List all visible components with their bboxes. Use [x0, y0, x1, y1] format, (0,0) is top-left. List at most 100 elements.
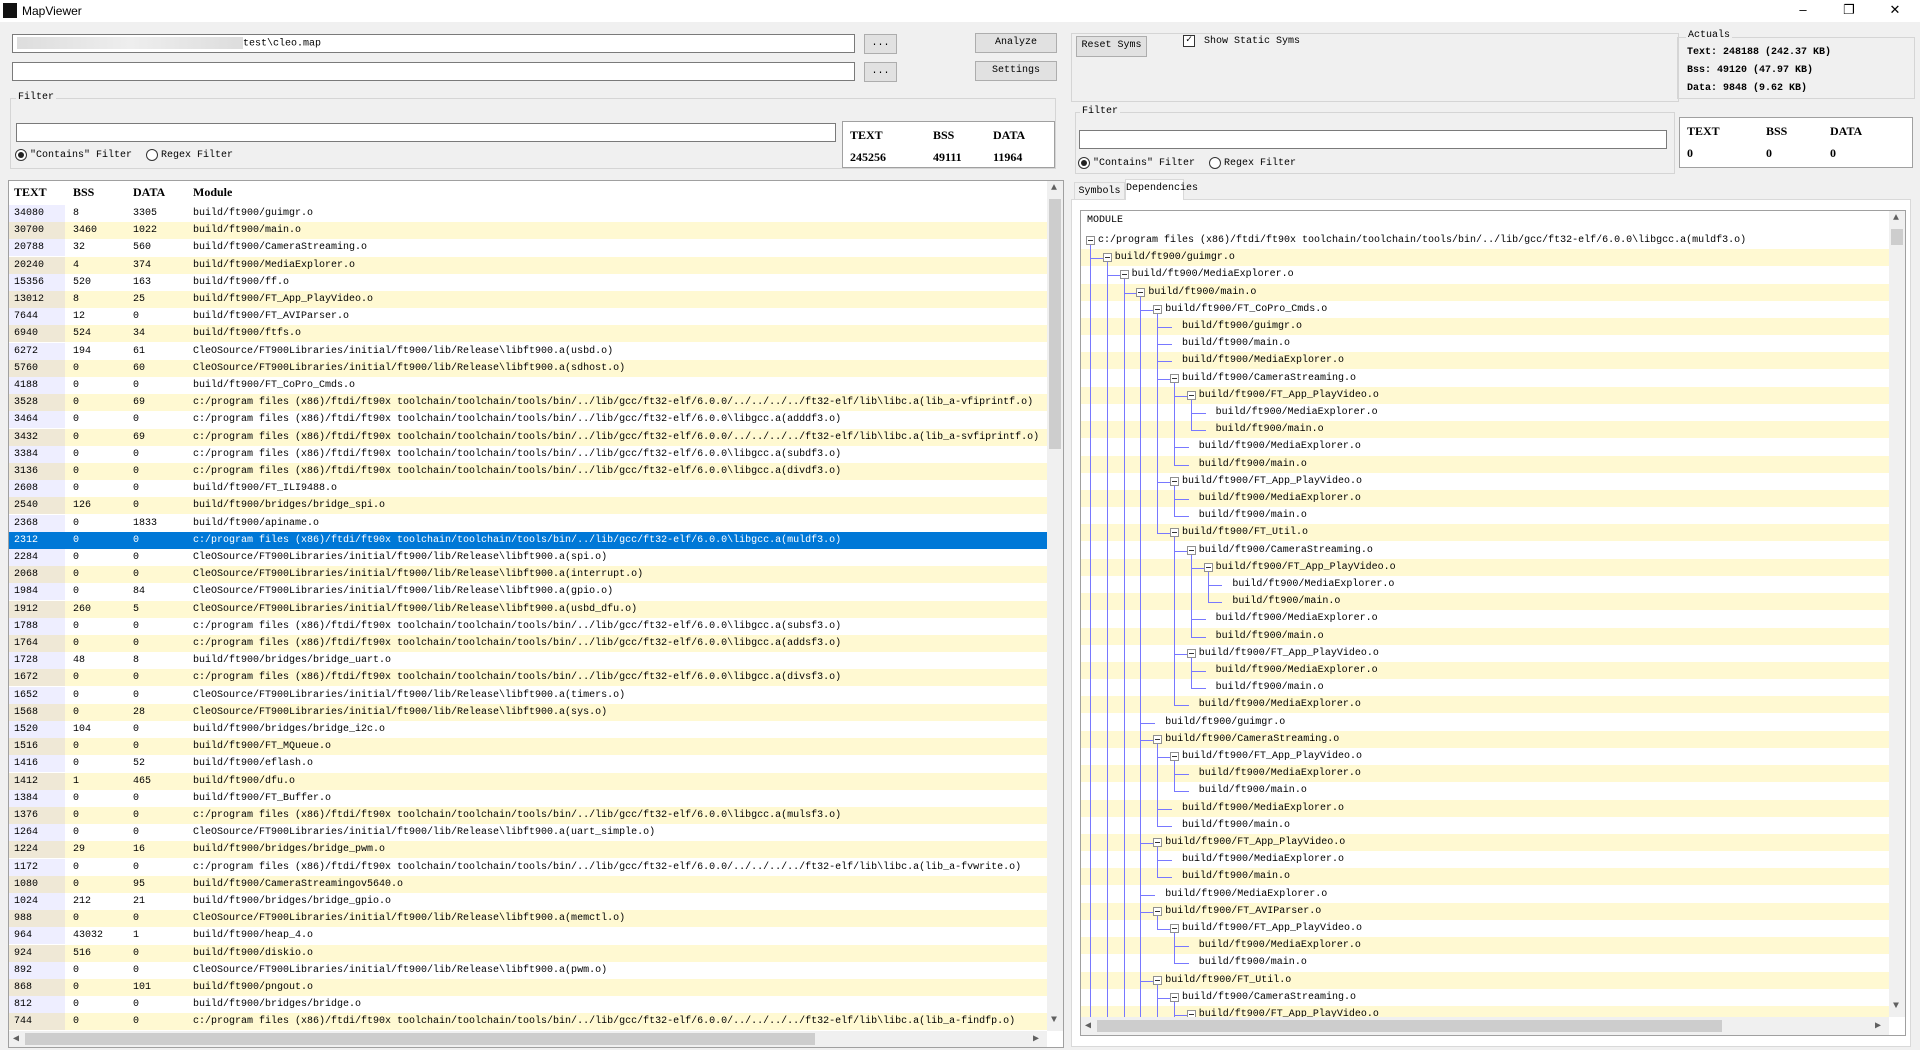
tree-node[interactable]: build/ft900/main.o: [1081, 868, 1889, 886]
table-row[interactable]: 1224 29 16 build/ft900/bridges/bridge_pwm.o: [9, 841, 1047, 859]
table-row[interactable]: 744 0 0 c:/program files (x86)/ftdi/ft90x t…: [9, 1013, 1047, 1031]
table-row[interactable]: 34080 8 3305 build/ft900/guimgr.o: [9, 205, 1047, 222]
close-button[interactable]: ✕: [1872, 0, 1918, 22]
table-row[interactable]: 3464 0 0 c:/program files (x86)/ftdi/ft90x …: [9, 411, 1047, 429]
table-row[interactable]: 964 43032 1 build/ft900/heap_4.o: [9, 927, 1047, 945]
collapse-icon[interactable]: [1186, 390, 1196, 400]
table-row[interactable]: 3136 0 0 c:/program files (x86)/ftdi/ft90x …: [9, 463, 1047, 480]
tree-node[interactable]: build/ft900/main.o: [1081, 782, 1889, 800]
tree-node[interactable]: build/ft900/MediaExplorer.o: [1081, 851, 1889, 869]
table-row[interactable]: 7644 12 0 build/ft900/FT_AVIParser.o: [9, 308, 1047, 326]
table-row[interactable]: 1728 48 8 build/ft900/bridges/bridge_uart.o: [9, 652, 1047, 670]
table-row[interactable]: 6940 524 34 build/ft900/ftfs.o: [9, 325, 1047, 343]
scroll-up-icon[interactable]: ▲: [1051, 183, 1057, 194]
right-contains-radio[interactable]: [1078, 157, 1090, 169]
tree-node[interactable]: build/ft900/MediaExplorer.o: [1081, 662, 1889, 680]
tree-node[interactable]: build/ft900/guimgr.o: [1081, 318, 1889, 336]
table-row[interactable]: 868 0 101 build/ft900/pngout.o: [9, 979, 1047, 996]
table-horizontal-scrollbar[interactable]: ◀ ▶: [9, 1031, 1047, 1047]
table-vertical-scrollbar[interactable]: ▲ ▼: [1047, 181, 1063, 1031]
left-regex-radio[interactable]: [146, 149, 159, 161]
tree-node[interactable]: build/ft900/guimgr.o: [1081, 249, 1889, 268]
table-row[interactable]: 15356 520 163 build/ft900/ff.o: [9, 273, 1047, 291]
table-row[interactable]: 3528 0 69 c:/program files (x86)/ftdi/ft90x…: [9, 394, 1047, 412]
tree-node[interactable]: build/ft900/CameraStreaming.o: [1081, 541, 1889, 560]
table-row[interactable]: 2312 0 0 c:/program files (x86)/ftdi/ft90x …: [9, 531, 1047, 549]
left-filter-input[interactable]: [16, 123, 836, 142]
table-row[interactable]: 1912 260 5 CleOSource/FT900Libraries/initia…: [9, 600, 1047, 618]
tree-node[interactable]: build/ft900/MediaExplorer.o: [1081, 885, 1889, 903]
reset-syms-button[interactable]: Reset Syms: [1076, 36, 1147, 57]
collapse-icon[interactable]: [1170, 373, 1179, 383]
collapse-icon[interactable]: [1203, 562, 1213, 572]
column-header-text[interactable]: TEXT: [14, 185, 47, 200]
second-file-input[interactable]: [12, 62, 855, 81]
scroll-down-icon[interactable]: ▼: [1893, 1001, 1899, 1012]
table-row[interactable]: 924 516 0 build/ft900/diskio.o: [9, 944, 1047, 962]
table-row[interactable]: 2608 0 0 build/ft900/FT_ILI9488.o: [9, 480, 1047, 498]
table-row[interactable]: 892 0 0 CleOSource/FT900Libraries/initial/f…: [9, 961, 1047, 979]
tree-node[interactable]: build/ft900/MediaExplorer.o: [1081, 696, 1889, 714]
collapse-icon[interactable]: [1153, 975, 1163, 985]
table-row[interactable]: 30700 3460 1022 build/ft900/main.o: [9, 222, 1047, 240]
scroll-left-icon[interactable]: ◀: [13, 1033, 19, 1045]
table-row[interactable]: 4188 0 0 build/ft900/FT_CoPro_Cmds.o: [9, 377, 1047, 394]
table-row[interactable]: 1264 0 0 CleOSource/FT900Libraries/initial/…: [9, 824, 1047, 842]
tree-node[interactable]: build/ft900/main.o: [1081, 283, 1889, 302]
table-row[interactable]: 1788 0 0 c:/program files (x86)/ftdi/ft90x …: [9, 617, 1047, 635]
table-row[interactable]: 13012 8 25 build/ft900/FT_App_PlayVideo.o: [9, 291, 1047, 308]
tree-node[interactable]: build/ft900/main.o: [1081, 507, 1889, 525]
scroll-right-icon[interactable]: ▶: [1033, 1033, 1039, 1045]
scroll-right-icon[interactable]: ▶: [1875, 1020, 1881, 1032]
tab-symbols[interactable]: Symbols: [1074, 182, 1125, 200]
table-row[interactable]: 1412 1 465 build/ft900/dfu.o: [9, 772, 1047, 790]
collapse-icon[interactable]: [1186, 648, 1196, 658]
tree-node[interactable]: build/ft900/MediaExplorer.o: [1081, 765, 1889, 783]
table-row[interactable]: 1764 0 0 c:/program files (x86)/ftdi/ft90x …: [9, 635, 1047, 652]
collapse-icon[interactable]: [1086, 236, 1095, 245]
collapse-icon[interactable]: [1153, 838, 1163, 847]
collapse-icon[interactable]: [1136, 287, 1146, 297]
tree-node[interactable]: build/ft900/MediaExplorer.o: [1081, 937, 1889, 955]
tree-node[interactable]: build/ft900/FT_CoPro_Cmds.o: [1081, 300, 1889, 319]
column-header-module[interactable]: Module: [193, 185, 232, 200]
collapse-icon[interactable]: [1186, 545, 1196, 555]
table-row[interactable]: 6272 194 61 CleOSource/FT900Libraries/initi…: [9, 342, 1047, 360]
tree-node[interactable]: build/ft900/FT_Util.o: [1081, 524, 1889, 543]
settings-button[interactable]: Settings: [975, 61, 1057, 81]
tree-hscroll-thumb[interactable]: [1097, 1020, 1722, 1032]
table-row[interactable]: 1520 104 0 build/ft900/bridges/bridge_i2c.o: [9, 721, 1047, 738]
right-filter-input[interactable]: [1079, 130, 1667, 149]
table-row[interactable]: 2284 0 0 CleOSource/FT900Libraries/initial/…: [9, 549, 1047, 566]
collapse-icon[interactable]: [1153, 304, 1163, 314]
tree-node[interactable]: build/ft900/guimgr.o: [1081, 713, 1889, 731]
tree-node[interactable]: build/ft900/MediaExplorer.o: [1081, 438, 1889, 456]
tree-node[interactable]: build/ft900/main.o: [1081, 954, 1889, 972]
tree-node[interactable]: build/ft900/FT_Util.o: [1081, 971, 1889, 990]
table-vscroll-thumb[interactable]: [1049, 199, 1061, 449]
tree-node[interactable]: build/ft900/MediaExplorer.o: [1081, 610, 1889, 628]
table-row[interactable]: 3384 0 0 c:/program files (x86)/ftdi/ft90x …: [9, 445, 1047, 463]
tree-node[interactable]: build/ft900/FT_App_PlayVideo.o: [1081, 920, 1889, 938]
table-row[interactable]: 1172 0 0 c:/program files (x86)/ftdi/ft90x …: [9, 858, 1047, 876]
table-row[interactable]: 20240 4 374 build/ft900/MediaExplorer.o: [9, 256, 1047, 274]
table-row[interactable]: 1652 0 0 CleOSource/FT900Libraries/initial/…: [9, 686, 1047, 704]
tree-node[interactable]: build/ft900/MediaExplorer.o: [1081, 490, 1889, 508]
tree-node[interactable]: build/ft900/main.o: [1081, 627, 1889, 645]
table-row[interactable]: 5760 0 60 CleOSource/FT900Libraries/initial…: [9, 359, 1047, 377]
tree-node[interactable]: build/ft900/FT_AVIParser.o: [1081, 902, 1889, 921]
tree-node[interactable]: build/ft900/main.o: [1081, 421, 1889, 439]
tree-node[interactable]: build/ft900/FT_App_PlayVideo.o: [1081, 386, 1889, 405]
tree-node[interactable]: build/ft900/CameraStreaming.o: [1081, 369, 1889, 388]
tab-dependencies[interactable]: Dependencies: [1125, 179, 1198, 200]
table-row[interactable]: 1984 0 84 CleOSource/FT900Libraries/initial…: [9, 583, 1047, 601]
table-row[interactable]: 2540 126 0 build/ft900/bridges/bridge_spi.o: [9, 497, 1047, 515]
table-row[interactable]: 1384 0 0 build/ft900/FT_Buffer.o: [9, 789, 1047, 807]
table-row[interactable]: 20788 32 560 build/ft900/CameraStreaming.o: [9, 239, 1047, 257]
table-row[interactable]: 3432 0 69 c:/program files (x86)/ftdi/ft90x…: [9, 428, 1047, 446]
collapse-icon[interactable]: [1119, 270, 1129, 280]
tree-node[interactable]: build/ft900/main.o: [1081, 816, 1889, 834]
collapse-icon[interactable]: [1170, 924, 1179, 933]
table-row[interactable]: 988 0 0 CleOSource/FT900Libraries/initial/f…: [9, 910, 1047, 928]
tree-node[interactable]: build/ft900/MediaExplorer.o: [1081, 266, 1889, 285]
